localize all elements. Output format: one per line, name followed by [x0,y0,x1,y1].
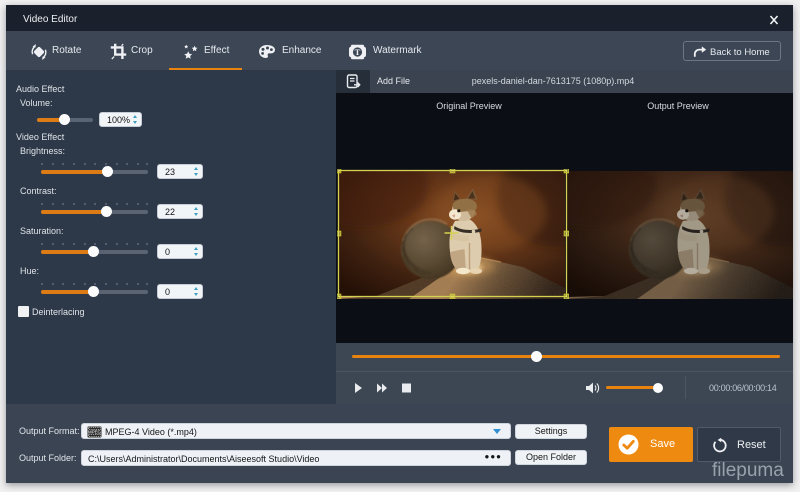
svg-text:T: T [355,47,361,57]
svg-text:MPEG: MPEG [88,430,102,435]
